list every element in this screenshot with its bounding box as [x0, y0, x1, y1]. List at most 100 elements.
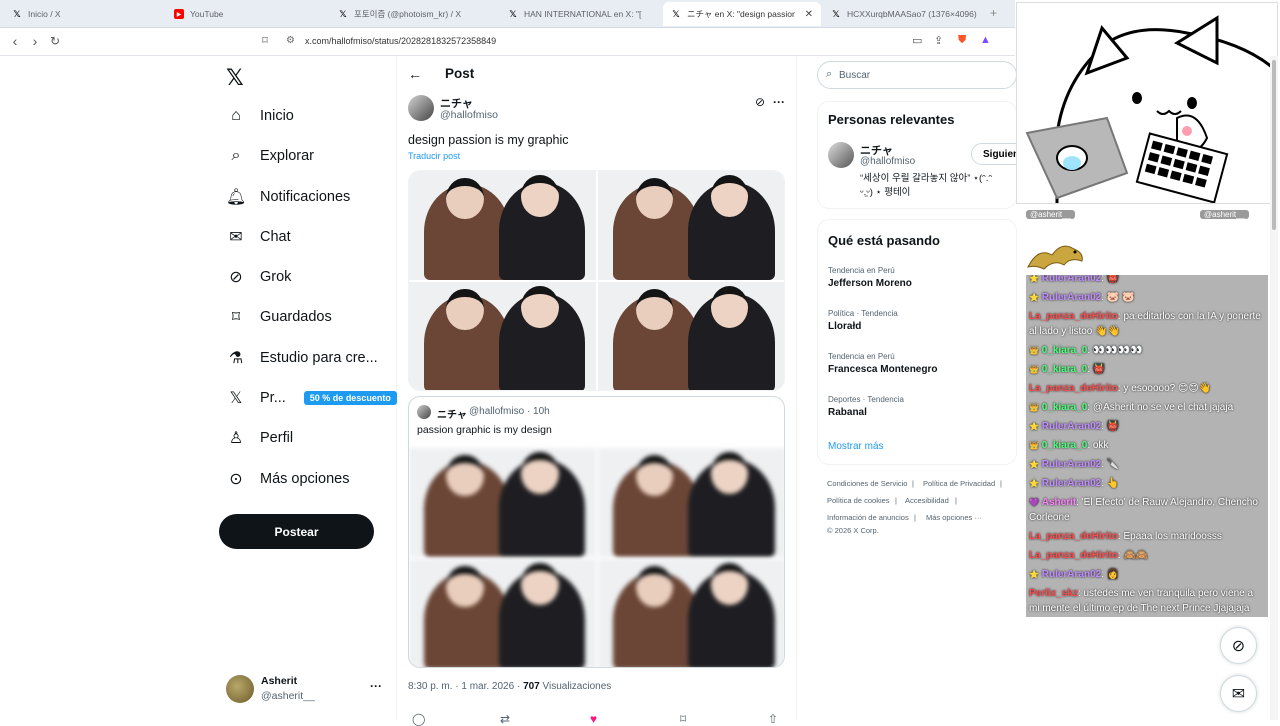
like-icon[interactable]: ♥ [590, 712, 597, 726]
scrollbar-thumb[interactable] [1272, 60, 1276, 230]
x-logo-icon: 𝕏 [509, 8, 517, 19]
x-logo-icon[interactable]: 𝕏 [226, 65, 244, 91]
nav-notificaciones[interactable]: 🔔︎ Notificaciones [226, 182, 350, 212]
nav-inicio[interactable]: ⌂ Inicio [226, 101, 294, 131]
quote-photo[interactable] [598, 559, 784, 667]
footer-link[interactable]: Información de anuncios [827, 513, 909, 522]
share-icon[interactable]: ⇧ [768, 712, 778, 726]
trend-name[interactable]: Llorałd [828, 321, 861, 332]
tab-han[interactable]: 𝕏 HAN INTERNATIONAL en X: "[ [500, 2, 660, 26]
quote-photo[interactable] [409, 559, 596, 667]
author-handle[interactable]: @hallofmiso [440, 109, 498, 121]
reload-button[interactable]: ↻ [46, 34, 64, 48]
bookmark-icon[interactable]: ⌑ [680, 712, 686, 726]
nav-label: Perfil [260, 430, 294, 446]
tab-image[interactable]: 𝕏 HCXXurqbMAASao7 (1376×4096) [823, 2, 983, 26]
more-circle-icon: ⊙ [229, 471, 243, 488]
post-button[interactable]: Postear [219, 514, 374, 549]
post-photo[interactable] [409, 282, 596, 390]
grok-icon[interactable]: ⊘ [755, 95, 765, 109]
messages-fab-button[interactable]: ✉ [1220, 675, 1257, 712]
trend-name[interactable]: Rabanal [828, 407, 867, 418]
brave-rewards-icon[interactable]: ▲ [980, 34, 991, 46]
nav-explorar[interactable]: ⌕ Explorar [226, 141, 314, 171]
follow-button[interactable]: Siguien [971, 143, 1016, 165]
post-photo[interactable] [598, 171, 784, 280]
trend-name[interactable]: Francesca Montenegro [828, 364, 937, 375]
trend-name[interactable]: Jefferson Moreno [828, 278, 912, 289]
footer-link[interactable]: Condiciones de Servicio [827, 479, 907, 488]
translate-link[interactable]: Traducir post [408, 151, 460, 161]
chat-username: RulerAran02 [1041, 569, 1102, 580]
quote-text: passion graphic is my design [417, 424, 552, 436]
avatar [417, 405, 431, 419]
account-switcher[interactable]: Asherit @asherit__ ··· [226, 673, 386, 705]
nav-guardados[interactable]: ⌑ Guardados [226, 302, 332, 332]
close-tab-icon[interactable]: ✕ [805, 9, 813, 20]
chat-text: : 👀👀👀👀 [1087, 345, 1143, 356]
forward-nav-button[interactable]: › [26, 33, 44, 49]
post-photo[interactable] [409, 171, 596, 280]
nav-chat[interactable]: ✉ Chat [226, 222, 290, 252]
site-info-icon[interactable]: ⚙ [286, 35, 295, 46]
search-placeholder: Buscar [839, 70, 871, 81]
home-icon: ⌂ [231, 107, 241, 124]
tab-photoism[interactable]: 𝕏 포토이즘 (@photoism_kr) / X [330, 2, 490, 26]
quoted-post[interactable]: ニチャ @hallofmiso · 10h passion graphic is… [408, 396, 785, 668]
badge-icon: ⭐ [1029, 570, 1039, 579]
reply-icon[interactable]: ◯ [412, 712, 425, 726]
tab-inicio[interactable]: 𝕏 Inicio / X [4, 2, 164, 26]
person-icon: ♙ [228, 430, 244, 447]
chat-username: RulerAran02 [1041, 421, 1102, 432]
chat-user-tag: @asherit__ [1200, 210, 1250, 219]
post-photo[interactable] [598, 282, 784, 390]
url-field[interactable]: x.com/hallofmiso/status/2028281832572358… [305, 36, 496, 46]
nav-grok[interactable]: ⊘ Grok [226, 262, 291, 292]
show-more-link[interactable]: Mostrar más [828, 441, 884, 452]
back-nav-button[interactable]: ‹ [6, 33, 24, 49]
more-icon[interactable]: ··· [773, 95, 785, 109]
post-timestamp[interactable]: 8:30 p. m. · 1 mar. 2026 · [408, 681, 523, 692]
nav-estudio[interactable]: ⚗ Estudio para cre... [226, 343, 378, 373]
quote-photo[interactable] [598, 448, 784, 557]
x-logo-icon: 𝕏 [672, 8, 680, 19]
chat-text: : 👹 [1101, 275, 1120, 284]
cast-icon[interactable]: ▭ [912, 34, 922, 47]
footer-link[interactable]: Más opciones ··· [926, 513, 982, 522]
chat-text: : 🙈🙈 [1117, 550, 1149, 561]
new-tab-button[interactable]: + [990, 6, 997, 20]
avatar[interactable] [828, 142, 854, 168]
chat-username: RulerAran02 [1041, 478, 1102, 489]
quote-author-handle: @hallofmiso · 10h [469, 406, 550, 417]
grok-fab-button[interactable]: ⊘ [1220, 627, 1257, 664]
chat-username: La_panza_deHirito [1029, 311, 1118, 322]
trend-category: Tendencia en Perú [828, 266, 895, 275]
chat-username: RulerAran02 [1041, 292, 1102, 303]
bookmark-page-icon[interactable]: ⌑ [256, 34, 274, 47]
share-icon[interactable]: ⇪ [934, 34, 943, 47]
nav-perfil[interactable]: ♙ Perfil [226, 423, 293, 453]
quote-photo[interactable] [409, 448, 596, 557]
repost-icon[interactable]: ⇄ [500, 712, 510, 726]
x-icon: 𝕏 [229, 390, 243, 407]
copyright: © 2026 X Corp. [827, 526, 879, 535]
footer-link[interactable]: Accesibilidad [905, 496, 949, 505]
footer-link[interactable]: Política de cookies [827, 496, 890, 505]
footer-separator: | [895, 496, 897, 505]
footer-link[interactable]: Política de Privacidad [923, 479, 995, 488]
grok-icon: ⊘ [1231, 637, 1246, 655]
nav-mas-opciones[interactable]: ⊙ Más opciones [226, 464, 349, 494]
author-avatar[interactable] [408, 95, 434, 121]
search-input[interactable]: ⌕ Buscar [817, 61, 1017, 89]
badge-icon: 👑 [1029, 441, 1039, 450]
views-label: Visualizaciones [539, 681, 612, 692]
chat-message: ⭐ RulerAran02: 👆 [1026, 474, 1268, 493]
tab-youtube[interactable]: ▶ YouTube [166, 2, 326, 26]
nav-label: Pr... [260, 390, 286, 406]
chat-text: : 👆 [1101, 478, 1120, 489]
back-arrow-icon[interactable]: ← [408, 66, 422, 82]
nav-premium[interactable]: 𝕏 Pr... 50 % de descuento [226, 383, 397, 413]
brave-shields-icon[interactable]: ⛊ [958, 34, 966, 47]
tab-active-post[interactable]: 𝕏 ニチャ en X: "design passion is my ✕ [663, 2, 821, 26]
address-bar-row: ‹ › ↻ ⌑ ⚙ x.com/hallofmiso/status/202828… [0, 28, 1015, 56]
